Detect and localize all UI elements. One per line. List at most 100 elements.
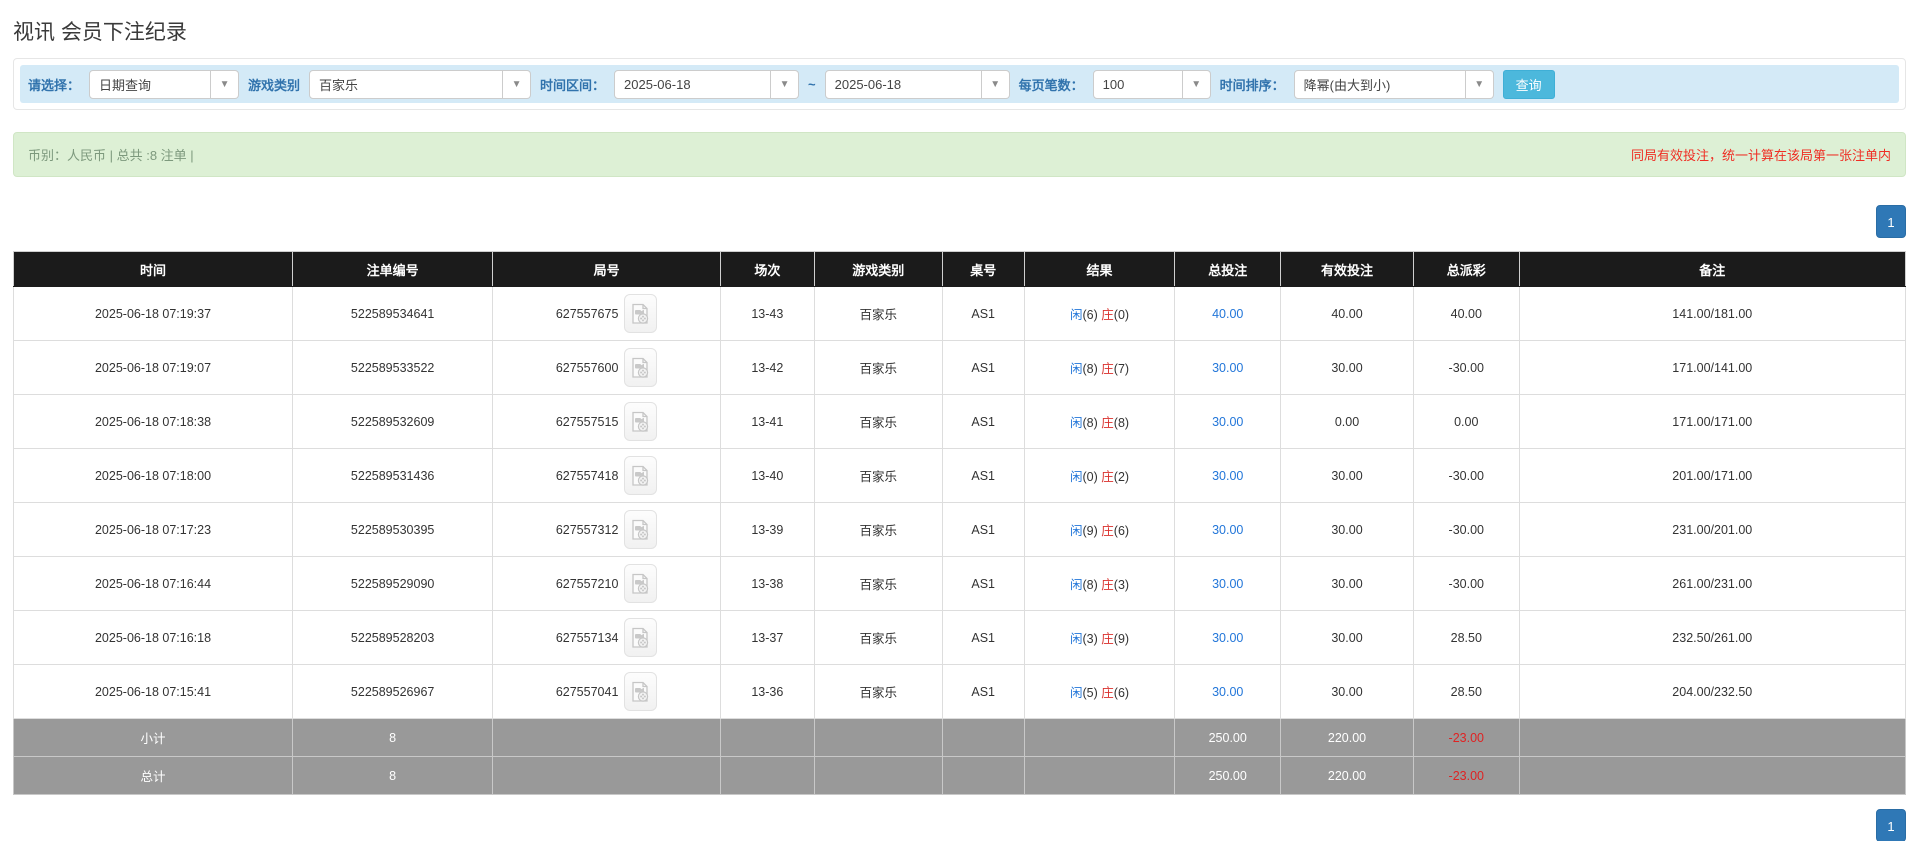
cell-payout: -30.00 [1413, 340, 1520, 395]
cell-valid-bet: 40.00 [1280, 286, 1414, 341]
game-type-select[interactable]: 百家乐 ▼ [309, 69, 532, 99]
subtotal-row: 小计 8 250.00 220.00 -23.00 [12, 718, 1907, 757]
query-type-label: 请选择： [28, 77, 81, 93]
date-to-select[interactable]: 2025-06-18 ▼ [824, 69, 1010, 99]
result-player: 闲 [1070, 362, 1083, 376]
cell-round-id: 627557312 [555, 522, 619, 537]
page-1-button[interactable]: 1 [1876, 809, 1906, 841]
cell-note: 141.00/181.00 [1518, 286, 1907, 341]
video-replay-button[interactable] [624, 402, 658, 441]
total-payout: -23.00 [1413, 756, 1520, 795]
chevron-down-icon[interactable]: ▼ [211, 69, 240, 99]
cell-table-no: AS1 [941, 448, 1025, 503]
chevron-down-icon[interactable]: ▼ [981, 69, 1010, 99]
video-record-icon [632, 681, 649, 702]
result-banker: 庄 [1101, 470, 1114, 484]
cell-result: 闲(8) 庄(3) [1023, 556, 1176, 611]
col-header-bet-id: 注单编号 [292, 251, 494, 287]
subtotal-payout: -23.00 [1413, 718, 1520, 757]
total-total-bet: 250.00 [1174, 756, 1281, 795]
video-record-icon [632, 573, 649, 594]
video-replay-button[interactable] [624, 456, 658, 495]
page-size-value: 100 [1092, 69, 1183, 99]
table-row: 2025-06-18 07:19:07 522589533522 6275576… [12, 340, 1907, 395]
total-bet-link[interactable]: 30.00 [1212, 685, 1243, 699]
subtotal-count: 8 [292, 718, 494, 757]
table-header-row: 时间 注单编号 局号 场次 游戏类别 桌号 结果 总投注 有效投注 总派彩 备注 [12, 251, 1907, 287]
cell-valid-bet: 30.00 [1280, 556, 1414, 611]
result-player: 闲 [1070, 578, 1083, 592]
summary-info-bar: 币别：人民币 | 总共 :8 注单 | 同局有效投注，统一计算在该局第一张注单内 [13, 132, 1906, 177]
result-player: 闲 [1070, 524, 1083, 538]
time-range-label: 时间区间： [540, 77, 606, 93]
result-player: 闲 [1070, 632, 1083, 646]
video-replay-button[interactable] [624, 348, 658, 387]
pagination-bottom: 1 [13, 809, 1906, 841]
cell-table-no: AS1 [941, 610, 1025, 665]
cell-time: 2025-06-18 07:18:38 [12, 394, 294, 449]
cell-bet-id: 522589531436 [292, 448, 494, 503]
result-banker: 庄 [1101, 686, 1114, 700]
page-size-select[interactable]: 100 ▼ [1092, 69, 1211, 99]
search-button[interactable]: 查询 [1502, 69, 1555, 99]
total-bet-link[interactable]: 30.00 [1212, 523, 1243, 537]
total-bet-link[interactable]: 30.00 [1212, 415, 1243, 429]
result-banker: 庄 [1101, 308, 1114, 322]
cell-bet-id: 522589534641 [292, 286, 494, 341]
cell-valid-bet: 30.00 [1280, 610, 1414, 665]
cell-result: 闲(3) 庄(9) [1023, 610, 1176, 665]
table-row: 2025-06-18 07:19:37 522589534641 6275576… [12, 286, 1907, 341]
cell-payout: -30.00 [1413, 448, 1520, 503]
chevron-down-icon[interactable]: ▼ [1465, 69, 1494, 99]
date-to-value: 2025-06-18 [824, 69, 982, 99]
game-type-label: 游戏类别 [248, 77, 301, 93]
video-replay-button[interactable] [624, 294, 658, 333]
col-header-table-no: 桌号 [941, 251, 1025, 287]
total-valid-bet: 220.00 [1280, 756, 1414, 795]
col-header-total-bet: 总投注 [1174, 251, 1281, 287]
cell-game-type: 百家乐 [813, 340, 943, 395]
cell-result: 闲(9) 庄(6) [1023, 502, 1176, 557]
subtotal-total-bet: 250.00 [1174, 718, 1281, 757]
col-header-note: 备注 [1518, 251, 1907, 287]
cell-game-type: 百家乐 [813, 286, 943, 341]
total-bet-link[interactable]: 30.00 [1212, 577, 1243, 591]
total-bet-link[interactable]: 40.00 [1212, 307, 1243, 321]
chevron-down-icon[interactable]: ▼ [771, 69, 800, 99]
cell-table-no: AS1 [941, 340, 1025, 395]
chevron-down-icon[interactable]: ▼ [503, 69, 532, 99]
total-bet-link[interactable]: 30.00 [1212, 469, 1243, 483]
filter-bar: 请选择： 日期查询 ▼ 游戏类别 百家乐 ▼ 时间区间： 2025-06-18 … [20, 65, 1899, 103]
video-replay-button[interactable] [624, 672, 658, 711]
col-header-session: 场次 [720, 251, 815, 287]
time-sort-select[interactable]: 降幂(由大到小) ▼ [1293, 69, 1494, 99]
col-header-payout: 总派彩 [1413, 251, 1520, 287]
cell-note: 171.00/171.00 [1518, 394, 1907, 449]
cell-bet-id: 522589528203 [292, 610, 494, 665]
cell-payout: 28.50 [1413, 664, 1520, 719]
query-type-value: 日期查询 [89, 69, 212, 99]
video-replay-button[interactable] [624, 618, 658, 657]
chevron-down-icon[interactable]: ▼ [1182, 69, 1211, 99]
cell-result: 闲(8) 庄(8) [1023, 394, 1176, 449]
page-1-button[interactable]: 1 [1876, 205, 1906, 238]
result-banker: 庄 [1101, 578, 1114, 592]
game-type-value: 百家乐 [309, 69, 504, 99]
video-replay-button[interactable] [624, 564, 658, 603]
cell-bet-id: 522589526967 [292, 664, 494, 719]
result-banker: 庄 [1101, 632, 1114, 646]
cell-time: 2025-06-18 07:19:07 [12, 340, 294, 395]
valid-bet-notice: 同局有效投注，统一计算在该局第一张注单内 [1630, 148, 1891, 163]
cell-session: 13-43 [720, 286, 815, 341]
date-from-select[interactable]: 2025-06-18 ▼ [614, 69, 800, 99]
cell-bet-id: 522589529090 [292, 556, 494, 611]
total-bet-link[interactable]: 30.00 [1212, 361, 1243, 375]
cell-bet-id: 522589533522 [292, 340, 494, 395]
total-bet-link[interactable]: 30.00 [1212, 631, 1243, 645]
cell-time: 2025-06-18 07:17:23 [12, 502, 294, 557]
video-replay-button[interactable] [624, 510, 658, 549]
query-type-select[interactable]: 日期查询 ▼ [89, 69, 240, 99]
currency-total-text: 币别：人民币 | 总共 :8 注单 | [28, 148, 194, 163]
col-header-game-type: 游戏类别 [813, 251, 943, 287]
video-record-icon [632, 411, 649, 432]
